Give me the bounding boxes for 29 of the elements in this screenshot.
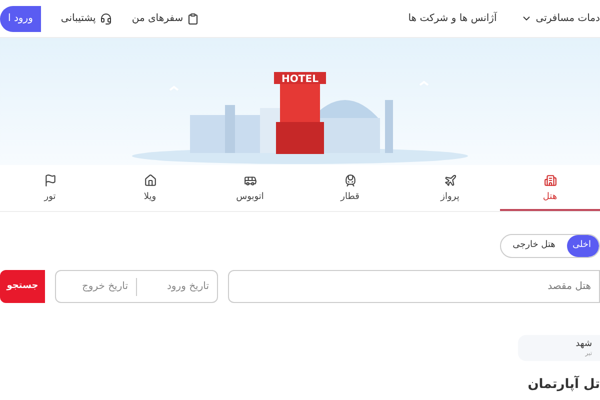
login-button[interactable]: ورود ا (0, 6, 41, 32)
section-heading: تل آپارتمان (526, 375, 600, 394)
nav-link[interactable]: دمات مسافرتی (520, 11, 600, 26)
category-tab[interactable]: پرواز (400, 170, 500, 211)
train-icon (344, 174, 356, 188)
hotel-icon (544, 174, 556, 188)
category-tab[interactable]: هتل (500, 170, 600, 211)
flight-icon (444, 174, 456, 188)
clipboard-icon (187, 12, 200, 24)
category-tab[interactable]: تور (0, 170, 100, 211)
villa-icon (144, 174, 156, 188)
bus-icon (244, 174, 256, 188)
tour-icon (44, 174, 56, 188)
category-tab[interactable]: ویلا (100, 170, 200, 211)
header-link[interactable]: سفرهای من (132, 11, 200, 26)
search-button[interactable]: جستجو (0, 270, 45, 303)
hotel-city-drawing: HOTEL (130, 60, 470, 165)
nav-link[interactable]: آژانس ها و شرکت ها (408, 11, 497, 26)
recent-city: شهد (574, 340, 592, 348)
scope-option[interactable]: اخلی (567, 235, 599, 257)
checkout-placeholder: تاریخ خروج (80, 280, 129, 294)
scope-option[interactable]: هتل خارجی (501, 235, 567, 257)
destination-field[interactable]: هتل مقصد (228, 270, 600, 303)
checkin-placeholder: تاریخ ورود (166, 280, 210, 294)
header-link[interactable]: پشتیبانی (60, 11, 112, 26)
headset-icon (100, 12, 112, 24)
category-tab[interactable]: اتوبوس (200, 170, 300, 211)
date-field[interactable]: تاریخ ورود تاریخ خروج (55, 270, 218, 303)
category-tab[interactable]: قطار (300, 170, 400, 211)
